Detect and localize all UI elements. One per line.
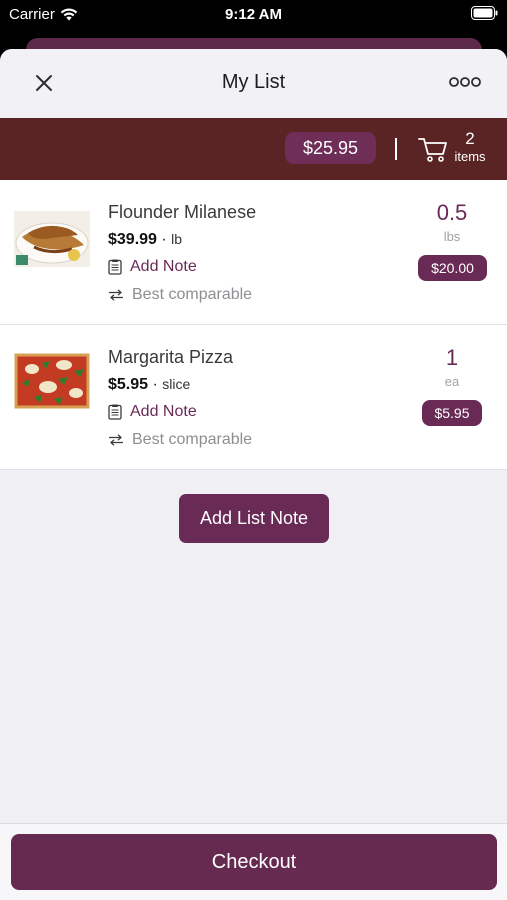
item-price: $5.95	[108, 376, 149, 393]
summary-bar: $25.95 2 items	[0, 118, 507, 180]
divider	[395, 138, 397, 160]
cart-item-label: items	[454, 149, 486, 164]
list-item[interactable]: Flounder Milanese $39.99 · lb Add Note B…	[0, 180, 507, 325]
best-comparable-label: Best comparable	[132, 431, 253, 448]
item-quantity-unit: lbs	[443, 229, 461, 244]
swap-icon	[109, 289, 123, 301]
footer: Checkout	[0, 823, 507, 900]
item-quantity[interactable]: 0.5	[417, 200, 487, 226]
cart-item-count: 2	[465, 129, 475, 148]
more-icon[interactable]	[449, 75, 481, 89]
add-note-label: Add Note	[130, 403, 197, 420]
add-note-button[interactable]: Add Note	[108, 403, 197, 421]
pizza-image	[14, 353, 90, 409]
item-name[interactable]: Flounder Milanese	[108, 202, 256, 223]
status-bar: Carrier 9:12 AM	[0, 0, 507, 30]
item-price-line: $5.95 · slice	[108, 376, 190, 394]
add-note-button[interactable]: Add Note	[108, 258, 197, 276]
note-icon	[108, 404, 122, 420]
best-comparable-label: Best comparable	[132, 286, 253, 303]
swap-icon	[109, 434, 123, 446]
item-quantity[interactable]: 1	[417, 345, 487, 371]
item-unit: lb	[171, 231, 183, 247]
list-item[interactable]: Margarita Pizza $5.95 · slice Add Note B…	[0, 325, 507, 470]
add-note-label: Add Note	[130, 258, 197, 275]
my-list-sheet: My List $25.95 2 items Flounder Milanese	[0, 49, 507, 900]
best-comparable-button[interactable]: Best comparable	[108, 431, 252, 449]
item-quantity-unit: ea	[444, 374, 460, 389]
item-line-total: $5.95	[422, 400, 482, 426]
checkout-button[interactable]: Checkout	[11, 834, 497, 890]
best-comparable-button[interactable]: Best comparable	[108, 286, 252, 304]
item-price: $39.99	[108, 231, 157, 248]
item-line-total: $20.00	[418, 255, 487, 281]
item-name[interactable]: Margarita Pizza	[108, 347, 233, 368]
page-title: My List	[221, 71, 286, 93]
note-icon	[108, 259, 122, 275]
nav-bar: My List	[0, 49, 507, 118]
battery-icon	[471, 6, 498, 20]
separator-dot: ·	[161, 231, 172, 248]
item-unit: slice	[162, 376, 191, 392]
separator-dot: ·	[152, 376, 163, 393]
add-list-note-button[interactable]: Add List Note	[179, 494, 329, 543]
flounder-image	[14, 211, 90, 267]
cart-icon[interactable]	[418, 135, 448, 163]
item-price-line: $39.99 · lb	[108, 231, 182, 249]
clock: 9:12 AM	[225, 6, 282, 23]
total-price-badge: $25.95	[285, 132, 376, 164]
